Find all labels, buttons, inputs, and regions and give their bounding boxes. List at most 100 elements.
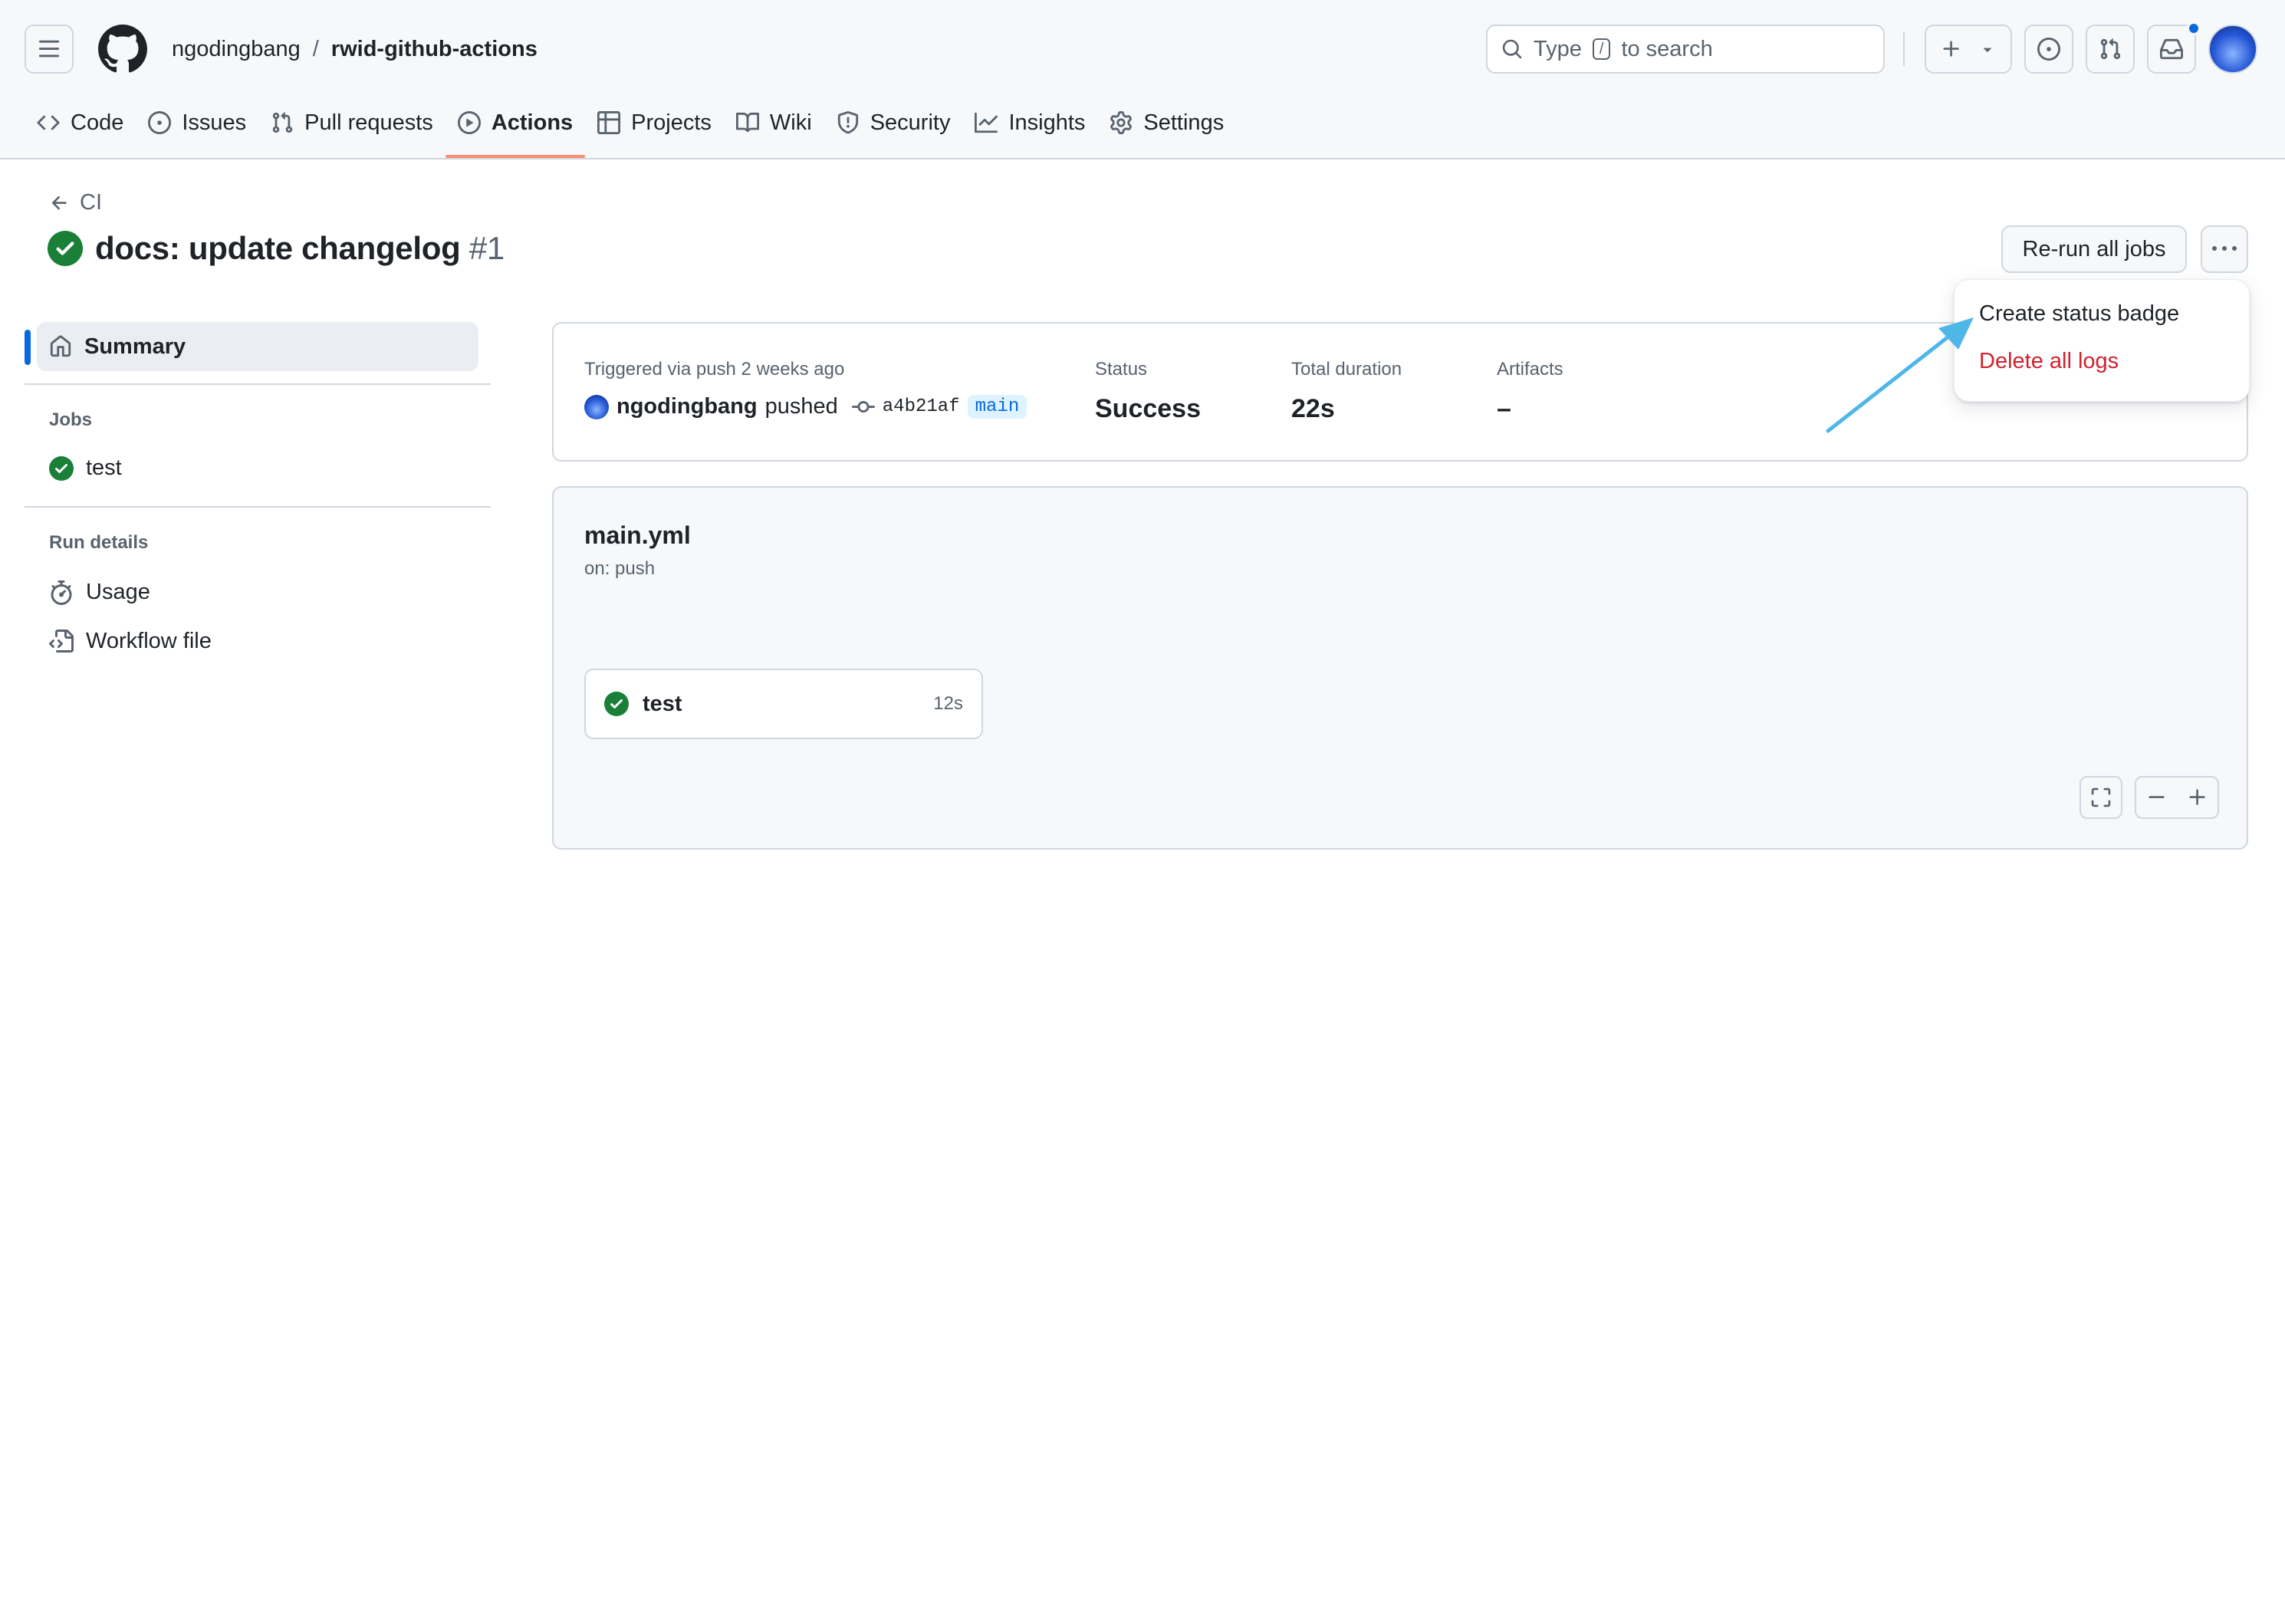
git-pull-request-icon bbox=[2100, 38, 2121, 60]
kebab-horizontal-icon bbox=[2212, 246, 2237, 251]
check-circle-fill-icon bbox=[604, 692, 629, 716]
sidebar-item-summary[interactable]: Summary bbox=[37, 322, 478, 371]
sidebar-item-workflow-file[interactable]: Workflow file bbox=[49, 629, 212, 654]
notification-dot bbox=[2187, 21, 2201, 35]
tab-actions[interactable]: Actions bbox=[445, 100, 586, 158]
breadcrumb-separator: / bbox=[312, 37, 319, 61]
breadcrumb: ngodingbang / rwid-github-actions bbox=[172, 34, 538, 64]
actor-name[interactable]: ngodingbang bbox=[616, 394, 758, 419]
search-icon bbox=[1502, 39, 1522, 59]
git-pull-request-icon bbox=[272, 112, 293, 133]
tab-projects[interactable]: Projects bbox=[585, 100, 724, 146]
issue-opened-icon bbox=[148, 111, 172, 134]
triangle-down-icon bbox=[1983, 48, 1992, 52]
gear-icon bbox=[1110, 111, 1133, 134]
sidebar-divider bbox=[25, 383, 491, 385]
actor-action: pushed bbox=[764, 394, 838, 419]
commit-line: ngodingbang pushed a4b21af main bbox=[584, 394, 1027, 419]
artifacts-value: – bbox=[1497, 394, 1511, 423]
breadcrumb-owner[interactable]: ngodingbang bbox=[172, 34, 301, 64]
page-title: docs: update changelog #1 bbox=[95, 230, 505, 267]
status-value: Success bbox=[1095, 394, 1201, 423]
more-options-menu: Create status badge Delete all logs bbox=[1954, 279, 2250, 402]
sidebar-divider bbox=[25, 506, 491, 508]
fullscreen-button[interactable] bbox=[2080, 776, 2122, 819]
sidebar-workflow-file-label: Workflow file bbox=[86, 629, 212, 653]
tab-code[interactable]: Code bbox=[25, 100, 136, 146]
sidebar-job-label: test bbox=[86, 455, 122, 480]
back-link-label: CI bbox=[80, 190, 102, 215]
tab-pull-requests-label: Pull requests bbox=[304, 110, 433, 135]
check-circle-fill-icon bbox=[49, 455, 74, 481]
active-indicator bbox=[25, 330, 31, 365]
duration-label: Total duration bbox=[1291, 359, 1402, 380]
plus-icon bbox=[1943, 41, 1959, 57]
more-options-button[interactable] bbox=[2201, 225, 2248, 273]
play-icon bbox=[457, 111, 481, 134]
create-status-badge-item[interactable]: Create status badge bbox=[1979, 301, 2179, 327]
tab-security[interactable]: Security bbox=[824, 100, 963, 146]
trigger-text: Triggered via push 2 weeks ago bbox=[584, 359, 845, 380]
run-title: docs: update changelog #1 bbox=[48, 230, 505, 267]
book-icon bbox=[735, 112, 759, 133]
tab-insights-label: Insights bbox=[1008, 110, 1086, 135]
issue-opened-icon bbox=[2037, 38, 2060, 61]
table-icon bbox=[597, 111, 621, 134]
repo-navigation: Code Issues Pull requests Actions Projec… bbox=[25, 100, 1236, 158]
workflow-graph: main.yml on: push test 12s bbox=[552, 486, 2248, 850]
tab-insights[interactable]: Insights bbox=[962, 100, 1097, 146]
job-duration: 12s bbox=[933, 693, 963, 714]
issues-button[interactable] bbox=[2024, 25, 2073, 74]
rerun-all-jobs-button[interactable]: Re-run all jobs bbox=[2001, 225, 2187, 273]
stopwatch-icon bbox=[51, 580, 72, 605]
menu-button[interactable] bbox=[25, 25, 74, 74]
search-input[interactable]: Type / to search bbox=[1486, 25, 1885, 74]
back-to-workflow-link[interactable]: CI bbox=[49, 190, 102, 215]
user-avatar[interactable] bbox=[2208, 25, 2257, 74]
sidebar-item-usage[interactable]: Usage bbox=[49, 580, 150, 605]
annotation-arrow-line bbox=[1826, 329, 1958, 433]
workflow-file-name: main.yml bbox=[584, 521, 691, 549]
commit-sha[interactable]: a4b21af bbox=[883, 396, 960, 417]
tab-settings-label: Settings bbox=[1143, 110, 1225, 135]
tab-wiki[interactable]: Wiki bbox=[724, 100, 824, 146]
job-card-test[interactable]: test 12s bbox=[584, 669, 983, 739]
create-new-button[interactable] bbox=[1925, 25, 2012, 74]
branch-label[interactable]: main bbox=[967, 395, 1027, 419]
git-commit-icon bbox=[851, 400, 875, 413]
search-shortcut-key: / bbox=[1592, 38, 1611, 60]
duration-value: 22s bbox=[1291, 394, 1335, 423]
actor-avatar[interactable] bbox=[584, 394, 609, 419]
tab-issues[interactable]: Issues bbox=[136, 100, 258, 146]
github-logo[interactable] bbox=[97, 25, 147, 74]
artifacts-label: Artifacts bbox=[1497, 359, 1563, 380]
shield-icon bbox=[837, 111, 858, 134]
search-suffix: to search bbox=[1621, 36, 1713, 61]
breadcrumb-repo[interactable]: rwid-github-actions bbox=[331, 34, 538, 64]
status-label: Status bbox=[1095, 359, 1148, 380]
run-details-heading: Run details bbox=[49, 532, 149, 553]
tab-issues-label: Issues bbox=[182, 110, 247, 135]
zoom-in-icon[interactable] bbox=[2187, 787, 2208, 808]
zoom-out-icon[interactable] bbox=[2146, 787, 2168, 808]
tab-security-label: Security bbox=[870, 110, 951, 135]
tab-settings[interactable]: Settings bbox=[1097, 100, 1236, 146]
code-icon bbox=[37, 115, 60, 130]
tab-pull-requests[interactable]: Pull requests bbox=[258, 100, 445, 146]
tab-code-label: Code bbox=[71, 110, 124, 135]
hamburger-icon bbox=[38, 40, 60, 58]
inbox-icon bbox=[2160, 38, 2183, 60]
pull-requests-button[interactable] bbox=[2086, 25, 2135, 74]
check-circle-fill-icon bbox=[48, 231, 83, 266]
tab-actions-label: Actions bbox=[491, 110, 574, 135]
tab-wiki-label: Wiki bbox=[769, 110, 812, 135]
graph-icon bbox=[975, 112, 998, 133]
workflow-trigger: on: push bbox=[584, 558, 656, 579]
github-mark-icon bbox=[97, 25, 147, 73]
delete-all-logs-item[interactable]: Delete all logs bbox=[1979, 349, 2119, 374]
search-prefix: Type bbox=[1534, 36, 1582, 61]
sidebar-summary-label: Summary bbox=[84, 334, 186, 359]
annotation-arrow bbox=[1826, 317, 1974, 433]
sidebar-item-job-test[interactable]: test bbox=[49, 455, 122, 481]
zoom-controls bbox=[2135, 776, 2219, 819]
